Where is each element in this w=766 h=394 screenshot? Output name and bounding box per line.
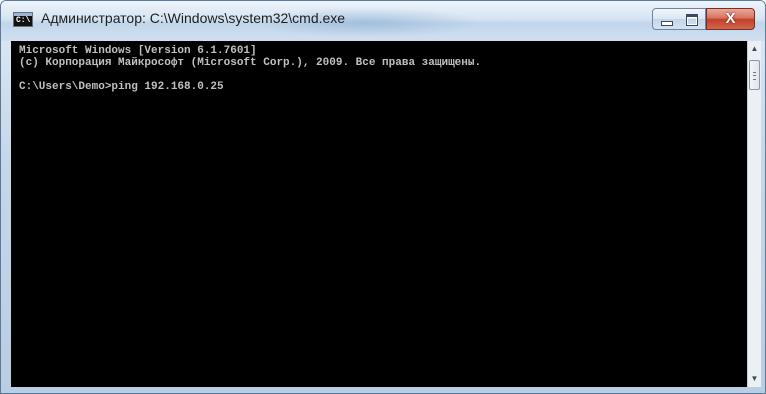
maximize-button[interactable] [679, 8, 706, 30]
console-line: Microsoft Windows [Version 6.1.7601] [19, 45, 257, 57]
console-line: (c) Корпорация Майкрософт (Microsoft Cor… [19, 57, 482, 69]
console-icon-glyph: C:\ [16, 16, 31, 25]
close-icon: X [725, 10, 736, 27]
scroll-down-arrow-icon[interactable]: ▼ [748, 371, 761, 387]
window-bottom-frame [1, 387, 765, 393]
scroll-thumb-grip-icon [753, 72, 756, 80]
minimize-icon [661, 21, 673, 26]
minimize-button[interactable] [652, 8, 680, 30]
cmd-window: C:\ Администратор: C:\Windows\system32\c… [0, 0, 766, 394]
console-icon[interactable]: C:\ [13, 12, 33, 27]
close-button[interactable]: X [706, 8, 755, 30]
window-title: Администратор: C:\Windows\system32\cmd.e… [41, 10, 346, 26]
console-prompt-line[interactable]: C:\Users\Demo>ping 192.168.0.25 [19, 81, 224, 93]
vertical-scrollbar[interactable]: ▲ ▼ [747, 41, 761, 387]
maximize-icon [686, 14, 698, 26]
scroll-thumb[interactable] [749, 60, 760, 90]
scroll-up-arrow-icon[interactable]: ▲ [748, 41, 761, 57]
title-bar[interactable]: C:\ Администратор: C:\Windows\system32\c… [1, 1, 765, 41]
console-output[interactable]: Microsoft Windows [Version 6.1.7601] (c)… [11, 41, 747, 387]
